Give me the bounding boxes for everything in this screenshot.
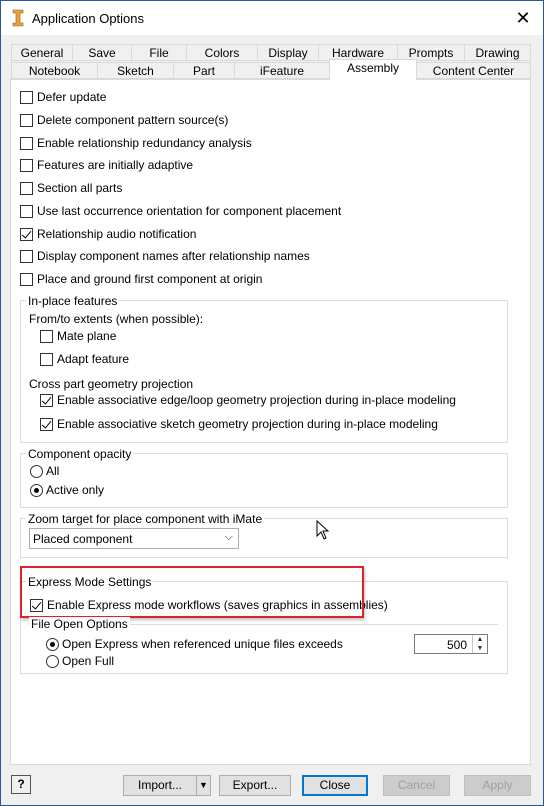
radio-icon[interactable] [30,464,43,478]
red-highlight-annotation [20,566,364,618]
zoom-target-title: Zoom target for place component with iMa… [26,512,265,526]
zoom-target-select[interactable]: Placed component ⌵ [29,528,239,549]
checkbox-icon[interactable] [20,181,33,195]
radio-icon[interactable] [46,654,59,668]
checkbox-icon[interactable] [20,204,33,218]
tab-notebook[interactable]: Notebook [11,62,98,79]
projection-label: Cross part geometry projection [29,377,194,391]
checkbox-checked-icon[interactable] [40,417,53,431]
tab-save[interactable]: Save [72,44,132,61]
tab-file[interactable]: File [131,44,187,61]
checkbox-icon[interactable] [20,136,33,150]
close-button[interactable]: Close [302,775,368,796]
title-bar[interactable]: Application Options ✕ [1,1,543,35]
mouse-cursor-icon [316,520,330,540]
option-features-adaptive[interactable]: Features are initially adaptive [20,158,193,172]
extents-label: From/to extents (when possible): [29,312,204,326]
export-button[interactable]: Export... [219,775,291,796]
apply-button[interactable]: Apply [464,775,531,796]
threshold-spinner[interactable]: 500 ▲ ▼ [414,634,488,654]
chevron-down-icon[interactable]: ⌵ [225,531,233,544]
tab-part[interactable]: Part [173,62,235,79]
tab-colors[interactable]: Colors [186,44,258,61]
checkbox-icon[interactable] [40,329,53,343]
file-open-options-title: File Open Options [29,617,130,631]
tab-drawing[interactable]: Drawing [464,44,531,61]
option-redundancy-analysis[interactable]: Enable relationship redundancy analysis [20,136,252,150]
open-full-radio[interactable]: Open Full [46,654,114,668]
checkbox-checked-icon[interactable] [40,393,53,407]
checkbox-icon[interactable] [20,158,33,172]
checkbox-checked-icon[interactable] [20,227,33,241]
import-button[interactable]: Import... [123,775,197,796]
checkbox-icon[interactable] [20,272,33,286]
threshold-value[interactable]: 500 [447,638,467,652]
inplace-features-title: In-place features [26,294,120,308]
tab-assembly[interactable]: Assembly [329,59,417,80]
option-display-component-names[interactable]: Display component names after relationsh… [20,249,310,263]
zoom-target-value: Placed component [33,532,133,546]
import-dropdown-arrow[interactable]: ▼ [196,775,211,796]
close-window-icon[interactable]: ✕ [509,6,537,30]
checkbox-icon[interactable] [40,352,53,366]
option-delete-pattern-source[interactable]: Delete component pattern source(s) [20,113,228,127]
option-section-all-parts[interactable]: Section all parts [20,181,122,195]
option-place-ground-origin[interactable]: Place and ground first component at orig… [20,272,262,286]
checkbox-icon[interactable] [20,90,33,104]
inventor-app-icon [11,9,25,27]
opacity-all-radio[interactable]: All [30,464,59,478]
component-opacity-title: Component opacity [26,447,134,461]
checkbox-icon[interactable] [20,249,33,263]
option-edge-loop-projection[interactable]: Enable associative edge/loop geometry pr… [40,393,456,407]
option-last-occurrence-orientation[interactable]: Use last occurrence orientation for comp… [20,204,341,218]
option-defer-update[interactable]: Defer update [20,90,106,104]
tab-sketch[interactable]: Sketch [97,62,174,79]
component-opacity-group [20,453,508,508]
tab-content-center[interactable]: Content Center [416,62,531,79]
tab-general[interactable]: General [11,44,73,61]
option-adapt-feature[interactable]: Adapt feature [40,352,129,366]
option-mate-plane[interactable]: Mate plane [40,329,116,343]
checkbox-icon[interactable] [20,113,33,127]
tab-ifeature[interactable]: iFeature [234,62,330,79]
cancel-button[interactable]: Cancel [383,775,450,796]
option-sketch-geometry-projection[interactable]: Enable associative sketch geometry proje… [40,417,438,431]
help-button[interactable]: ? [11,775,31,794]
option-audio-notification[interactable]: Relationship audio notification [20,227,196,241]
radio-selected-icon[interactable] [46,637,59,651]
radio-selected-icon[interactable] [30,483,43,497]
spinner-arrows-icon[interactable]: ▲ ▼ [472,635,487,653]
opacity-active-only-radio[interactable]: Active only [30,483,104,497]
tab-display[interactable]: Display [257,44,319,61]
open-express-radio[interactable]: Open Express when referenced unique file… [46,637,343,651]
window-title: Application Options [32,11,145,26]
